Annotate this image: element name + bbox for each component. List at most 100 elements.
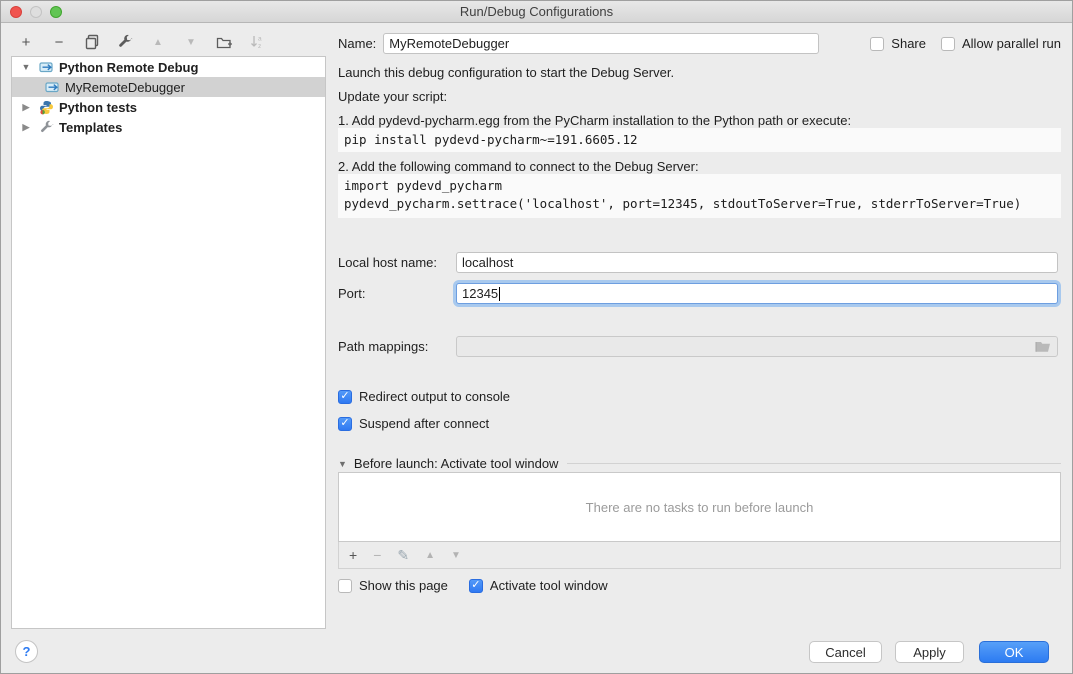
edit-task-button[interactable]: ✎ bbox=[397, 547, 409, 564]
folder-plus-icon bbox=[216, 35, 233, 50]
redirect-output-row: Redirect output to console bbox=[338, 389, 1061, 404]
before-launch-title: Before launch: Activate tool window bbox=[354, 456, 559, 471]
local-host-label: Local host name: bbox=[338, 255, 450, 270]
tree-item-label: Python tests bbox=[59, 100, 137, 115]
add-task-button[interactable]: + bbox=[349, 547, 357, 563]
python-icon bbox=[38, 99, 54, 115]
show-this-page-checkbox[interactable] bbox=[338, 579, 352, 593]
port-value: 12345 bbox=[462, 286, 498, 301]
arrow-down-icon: ▼ bbox=[451, 550, 461, 561]
pencil-icon: ✎ bbox=[397, 547, 409, 563]
configurations-tree: ▼ Python Remote Debug MyRemoteDebugger ▶… bbox=[11, 56, 326, 629]
redirect-output-label: Redirect output to console bbox=[359, 389, 510, 404]
zoom-window-button[interactable] bbox=[50, 6, 62, 18]
new-folder-button[interactable] bbox=[215, 33, 233, 51]
before-launch-task-list[interactable]: There are no tasks to run before launch bbox=[338, 472, 1061, 542]
chevron-collapsed-icon[interactable]: ▶ bbox=[20, 102, 32, 113]
step2-text: 2. Add the following command to connect … bbox=[338, 159, 1061, 174]
text-cursor bbox=[499, 287, 500, 301]
section-divider bbox=[567, 463, 1061, 464]
apply-label: Apply bbox=[913, 645, 946, 660]
tree-item-label: Templates bbox=[59, 120, 122, 135]
close-window-button[interactable] bbox=[10, 6, 22, 18]
configurations-toolbar: + − ▲ ▼ az bbox=[17, 32, 266, 52]
activate-tool-window-label: Activate tool window bbox=[490, 578, 608, 593]
sort-configurations-button[interactable]: az bbox=[248, 33, 266, 51]
move-up-button[interactable]: ▲ bbox=[149, 33, 167, 51]
intro-text: Launch this debug configuration to start… bbox=[338, 65, 1061, 80]
name-label: Name: bbox=[338, 36, 376, 51]
local-host-row: Local host name: bbox=[338, 252, 1061, 273]
suspend-after-connect-checkbox[interactable] bbox=[338, 417, 352, 431]
settrace-code-line1: import pydevd_pycharm bbox=[344, 178, 502, 193]
minus-icon: − bbox=[373, 547, 381, 563]
remove-configuration-button[interactable]: − bbox=[50, 33, 68, 51]
copy-configuration-button[interactable] bbox=[83, 33, 101, 51]
chevron-expanded-icon[interactable]: ▼ bbox=[20, 62, 32, 72]
port-input[interactable]: 12345 bbox=[456, 283, 1058, 304]
update-script-text: Update your script: bbox=[338, 89, 1061, 104]
arrow-down-icon: ▼ bbox=[186, 37, 196, 48]
help-icon: ? bbox=[23, 644, 31, 659]
plus-icon: + bbox=[22, 34, 31, 51]
page-options-row: Show this page Activate tool window bbox=[338, 578, 1061, 593]
name-row: Name: Share Allow parallel run bbox=[338, 33, 1061, 54]
minimize-window-button[interactable] bbox=[30, 6, 42, 18]
title-bar: Run/Debug Configurations bbox=[1, 1, 1072, 23]
step1-text: 1. Add pydevd-pycharm.egg from the PyCha… bbox=[338, 113, 1061, 128]
path-mappings-input[interactable] bbox=[456, 336, 1058, 357]
suspend-after-connect-row: Suspend after connect bbox=[338, 416, 1061, 431]
allow-parallel-run-label: Allow parallel run bbox=[962, 36, 1061, 51]
minus-icon: − bbox=[55, 34, 64, 51]
cancel-button[interactable]: Cancel bbox=[809, 641, 882, 663]
move-task-down-button[interactable]: ▼ bbox=[451, 550, 461, 561]
add-configuration-button[interactable]: + bbox=[17, 33, 35, 51]
wrench-icon bbox=[117, 34, 133, 50]
show-this-page-label: Show this page bbox=[359, 578, 448, 593]
local-host-input[interactable] bbox=[456, 252, 1058, 273]
tree-item-python-remote-debug[interactable]: ▼ Python Remote Debug bbox=[12, 57, 325, 77]
redirect-output-checkbox[interactable] bbox=[338, 390, 352, 404]
apply-button[interactable]: Apply bbox=[895, 641, 964, 663]
help-button[interactable]: ? bbox=[15, 640, 38, 663]
run-debug-configurations-dialog: Run/Debug Configurations + − ▲ ▼ az ▼ Py… bbox=[0, 0, 1073, 674]
move-down-button[interactable]: ▼ bbox=[182, 33, 200, 51]
wrench-icon bbox=[38, 119, 54, 135]
settrace-code-line2: pydevd_pycharm.settrace('localhost', por… bbox=[344, 196, 1021, 211]
sort-az-icon: az bbox=[249, 34, 265, 50]
port-label: Port: bbox=[338, 286, 450, 301]
section-collapse-icon[interactable]: ▼ bbox=[338, 459, 347, 469]
before-launch-header[interactable]: ▼ Before launch: Activate tool window bbox=[338, 456, 1061, 471]
tree-item-myremotedebugger[interactable]: MyRemoteDebugger bbox=[12, 77, 325, 97]
path-mappings-row: Path mappings: bbox=[338, 336, 1061, 357]
settrace-code: import pydevd_pycharm pydevd_pycharm.sett… bbox=[338, 174, 1061, 218]
before-launch-toolbar: + − ✎ ▲ ▼ bbox=[338, 542, 1061, 569]
tree-item-python-tests[interactable]: ▶ Python tests bbox=[12, 97, 325, 117]
edit-defaults-button[interactable] bbox=[116, 33, 134, 51]
empty-tasks-message: There are no tasks to run before launch bbox=[586, 500, 814, 515]
tree-item-label: MyRemoteDebugger bbox=[65, 80, 185, 95]
svg-text:z: z bbox=[258, 43, 261, 50]
traffic-lights bbox=[10, 6, 62, 18]
move-task-up-button[interactable]: ▲ bbox=[425, 550, 435, 561]
tree-item-label: Python Remote Debug bbox=[59, 60, 198, 75]
tree-item-templates[interactable]: ▶ Templates bbox=[12, 117, 325, 137]
path-mappings-label: Path mappings: bbox=[338, 339, 450, 354]
pip-install-code: pip install pydevd-pycharm~=191.6605.12 bbox=[338, 128, 1061, 152]
chevron-collapsed-icon[interactable]: ▶ bbox=[20, 122, 32, 133]
suspend-after-connect-label: Suspend after connect bbox=[359, 416, 489, 431]
plus-icon: + bbox=[349, 547, 357, 563]
share-checkbox[interactable] bbox=[870, 37, 884, 51]
allow-parallel-run-checkbox[interactable] bbox=[941, 37, 955, 51]
ok-label: OK bbox=[1005, 645, 1024, 660]
share-label: Share bbox=[891, 36, 926, 51]
ok-button[interactable]: OK bbox=[979, 641, 1049, 663]
name-input[interactable] bbox=[383, 33, 819, 54]
remote-debug-icon bbox=[44, 79, 60, 95]
window-title: Run/Debug Configurations bbox=[460, 4, 613, 19]
port-row: Port: 12345 bbox=[338, 283, 1061, 304]
cancel-label: Cancel bbox=[825, 645, 865, 660]
browse-folder-icon[interactable] bbox=[1035, 340, 1051, 353]
activate-tool-window-checkbox[interactable] bbox=[469, 579, 483, 593]
remove-task-button[interactable]: − bbox=[373, 547, 381, 563]
